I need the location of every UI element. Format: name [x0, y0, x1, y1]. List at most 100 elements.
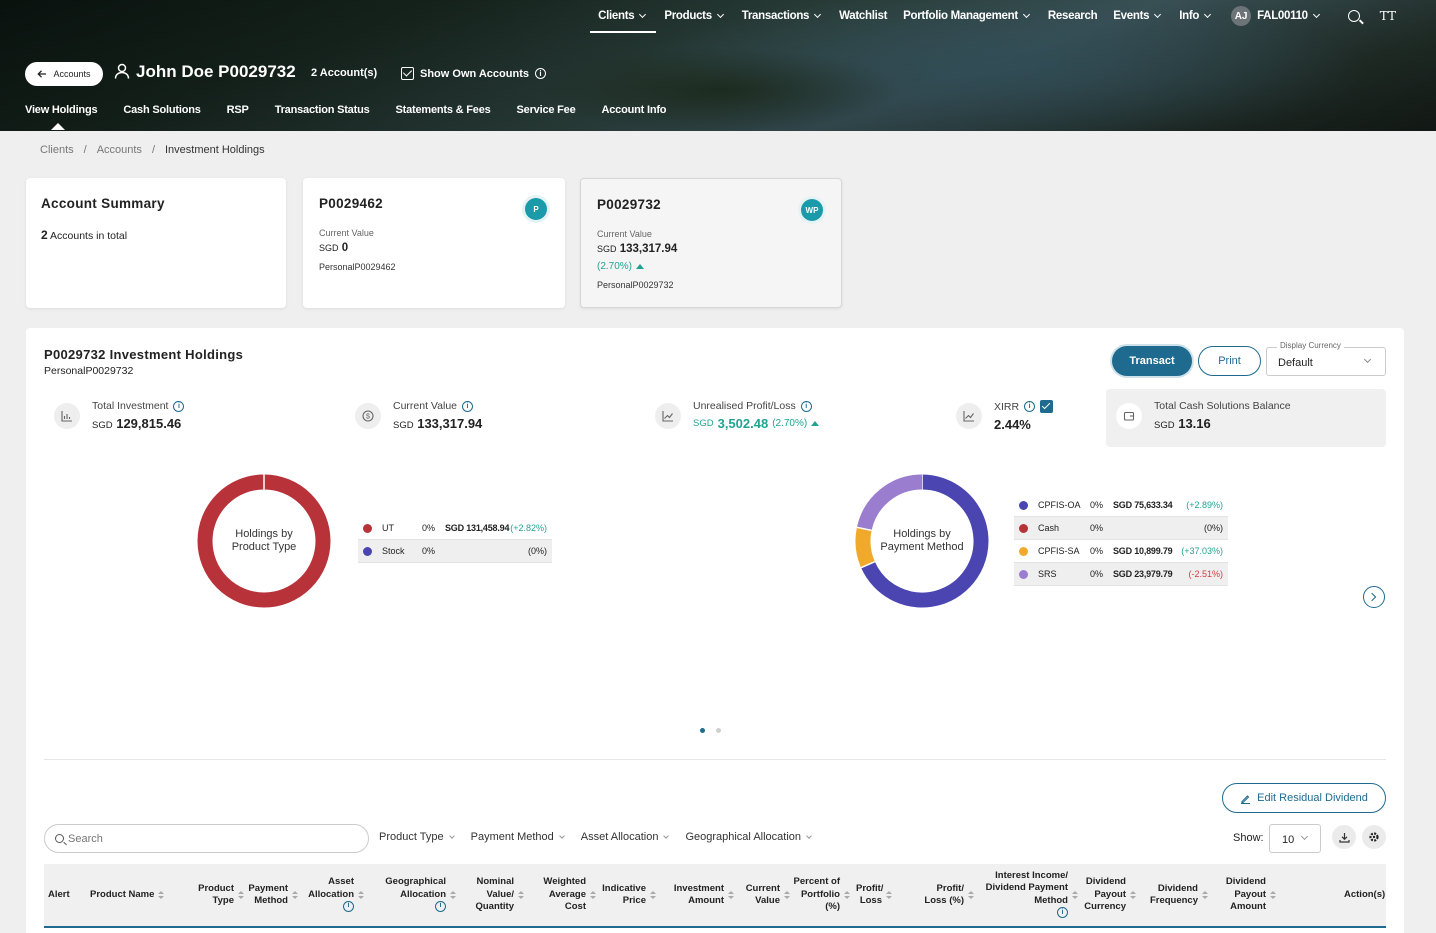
- subnav-tab-cash-solutions[interactable]: Cash Solutions: [123, 104, 200, 116]
- user-menu[interactable]: FAL00110: [1251, 10, 1328, 22]
- chevron-down-icon: [1154, 10, 1162, 19]
- info-icon[interactable]: i: [173, 400, 185, 412]
- carousel-next-button[interactable]: [1363, 586, 1385, 608]
- column-header-dividend-payout-currency[interactable]: Dividend Payout Currency: [1078, 864, 1136, 926]
- sort-icon[interactable]: [450, 890, 456, 900]
- column-header-indicative-price[interactable]: Indicative Price: [596, 864, 656, 926]
- filter-geographical-allocation[interactable]: Geographical Allocation: [685, 831, 814, 843]
- donut-product-type[interactable]: Holdings by Product Type: [196, 473, 332, 609]
- sort-icon[interactable]: [1270, 890, 1276, 900]
- account-card-p0029732[interactable]: P0029732 WP Current Value SGD 133,317.94…: [580, 178, 842, 308]
- info-icon[interactable]: i: [535, 68, 546, 79]
- subnav-tab-transaction-status[interactable]: Transaction Status: [275, 104, 370, 116]
- topnav-item-clients[interactable]: Clients: [590, 0, 657, 33]
- user-avatar[interactable]: AJ: [1231, 6, 1252, 26]
- topnav-item-events[interactable]: Events: [1105, 0, 1171, 32]
- legend-dot: [363, 546, 372, 556]
- topnav-item-watchlist[interactable]: Watchlist: [831, 0, 895, 32]
- legend-row-cash[interactable]: Cash 0% (0%): [1014, 517, 1228, 540]
- display-currency-select[interactable]: Display Currency Default: [1266, 341, 1386, 376]
- download-button[interactable]: [1332, 825, 1356, 849]
- legend-product-type: UT 0% SGD 131,458.94 (+2.82%) Stock 0% (0%): [358, 517, 552, 563]
- column-header-weighted-average-cost[interactable]: Weighted Average Cost: [532, 864, 596, 926]
- search-icon[interactable]: [1347, 10, 1360, 22]
- subnav-tab-rsp[interactable]: RSP: [227, 104, 249, 116]
- sort-icon[interactable]: [1130, 890, 1136, 900]
- column-header-label: Payment Method: [248, 882, 288, 907]
- page-size-select[interactable]: 10: [1269, 824, 1321, 853]
- filter-payment-method[interactable]: Payment Method: [471, 831, 567, 843]
- breadcrumb-clients[interactable]: Clients: [40, 144, 74, 156]
- column-header-nominal-value-quantity[interactable]: Nominal Value/ Quantity: [464, 864, 524, 926]
- column-header-dividend-frequency[interactable]: Dividend Frequency: [1138, 864, 1208, 926]
- info-icon[interactable]: i: [1057, 907, 1068, 919]
- sort-icon[interactable]: [158, 890, 165, 900]
- show-own-accounts-toggle[interactable]: Show Own Accounts i: [401, 67, 546, 80]
- donut-payment-method[interactable]: Holdings by Payment Method: [854, 473, 990, 609]
- topnav-item-label: Watchlist: [839, 10, 888, 22]
- currency: SGD: [319, 243, 339, 253]
- search-input[interactable]: [68, 832, 348, 845]
- topnav-item-portfolio-management[interactable]: Portfolio Management: [895, 0, 1040, 32]
- column-header-label: Asset Allocation: [308, 876, 354, 900]
- sort-icon[interactable]: [844, 890, 850, 900]
- filter-asset-allocation[interactable]: Asset Allocation: [581, 831, 672, 843]
- legend-row-cpfis-sa[interactable]: CPFIS-SA 0% SGD 10,899.79 (+37.03%): [1014, 540, 1228, 563]
- breadcrumb-accounts[interactable]: Accounts: [97, 144, 142, 156]
- column-header-profit-loss[interactable]: Profit/ Loss: [856, 864, 892, 926]
- info-icon[interactable]: i: [435, 901, 446, 913]
- edit-residual-dividend-button[interactable]: Edit Residual Dividend: [1222, 783, 1386, 813]
- info-icon[interactable]: i: [800, 400, 812, 412]
- filter-label: Product Type: [379, 831, 444, 843]
- sort-icon[interactable]: [292, 890, 298, 900]
- column-header-label: Indicative Price: [602, 882, 646, 907]
- xirr-checkbox[interactable]: [1040, 400, 1054, 413]
- sort-icon[interactable]: [1202, 890, 1208, 900]
- legend-row-stock[interactable]: Stock 0% (0%): [358, 540, 552, 563]
- topnav-item-info[interactable]: Info: [1171, 0, 1221, 32]
- subnav-tab-account-info[interactable]: Account Info: [602, 104, 667, 116]
- breadcrumb: Clients / Accounts / Investment Holdings: [40, 144, 265, 156]
- account-card-p0029462[interactable]: P0029462 P Current Value SGD 0 PersonalP…: [303, 178, 565, 308]
- column-header-interest-income-dividend-payment-method[interactable]: Interest Income/ Dividend Payment Method…: [974, 864, 1078, 926]
- back-to-accounts-button[interactable]: Accounts: [25, 62, 103, 86]
- legend-row-srs[interactable]: SRS 0% SGD 23,979.79 (-2.51%): [1014, 563, 1228, 586]
- info-icon[interactable]: i: [343, 901, 354, 913]
- sort-icon[interactable]: [886, 890, 892, 900]
- column-header-asset-allocation[interactable]: Asset Allocationi: [306, 864, 364, 926]
- column-header-geographical-allocation[interactable]: Geographical Allocationi: [374, 864, 456, 926]
- topnav-item-products[interactable]: Products: [656, 0, 733, 32]
- carousel-dot-active[interactable]: [700, 728, 705, 733]
- carousel-dot[interactable]: [716, 728, 721, 733]
- subnav-tab-statements-fees[interactable]: Statements & Fees: [396, 104, 491, 116]
- column-header-percent-of-portfolio[interactable]: Percent of Portfolio (%): [792, 864, 850, 926]
- topnav-item-research[interactable]: Research: [1040, 0, 1105, 32]
- show-own-accounts-label: Show Own Accounts: [420, 67, 529, 80]
- subnav-tab-service-fee[interactable]: Service Fee: [517, 104, 576, 116]
- transact-button[interactable]: Transact: [1112, 346, 1192, 376]
- column-header-dividend-payout-amount[interactable]: Dividend Payout Amount: [1212, 864, 1276, 926]
- sort-icon[interactable]: [784, 890, 790, 900]
- column-header-label: Nominal Value/ Quantity: [475, 876, 514, 913]
- info-icon[interactable]: i: [1024, 401, 1036, 412]
- legend-row-cpfis-oa[interactable]: CPFIS-OA 0% SGD 75,633.34 (+2.89%): [1014, 494, 1228, 517]
- column-header-payment-method[interactable]: Payment Method: [240, 864, 298, 926]
- topnav-item-transactions[interactable]: Transactions: [734, 0, 831, 32]
- print-button[interactable]: Print: [1198, 346, 1261, 376]
- column-header-product-name[interactable]: Product Name: [90, 864, 174, 926]
- holdings-search[interactable]: [44, 824, 369, 853]
- column-header-current-value[interactable]: Current Value: [734, 864, 790, 926]
- sort-icon[interactable]: [650, 890, 656, 900]
- sort-icon[interactable]: [358, 890, 364, 900]
- legend-row-ut[interactable]: UT 0% SGD 131,458.94 (+2.82%): [358, 517, 552, 540]
- info-icon[interactable]: i: [462, 400, 474, 412]
- settings-button[interactable]: [1362, 825, 1386, 849]
- filter-product-type[interactable]: Product Type: [379, 831, 457, 843]
- column-header-investment-amount[interactable]: Investment Amount: [664, 864, 734, 926]
- font-size-icon[interactable]: TT: [1380, 9, 1396, 23]
- subnav-tab-view-holdings[interactable]: View Holdings: [25, 104, 98, 130]
- checkbox-icon[interactable]: [401, 67, 414, 80]
- column-header-profit-loss[interactable]: Profit/ Loss (%): [912, 864, 974, 926]
- column-header-product-type[interactable]: Product Type: [182, 864, 244, 926]
- sort-icon[interactable]: [518, 890, 524, 900]
